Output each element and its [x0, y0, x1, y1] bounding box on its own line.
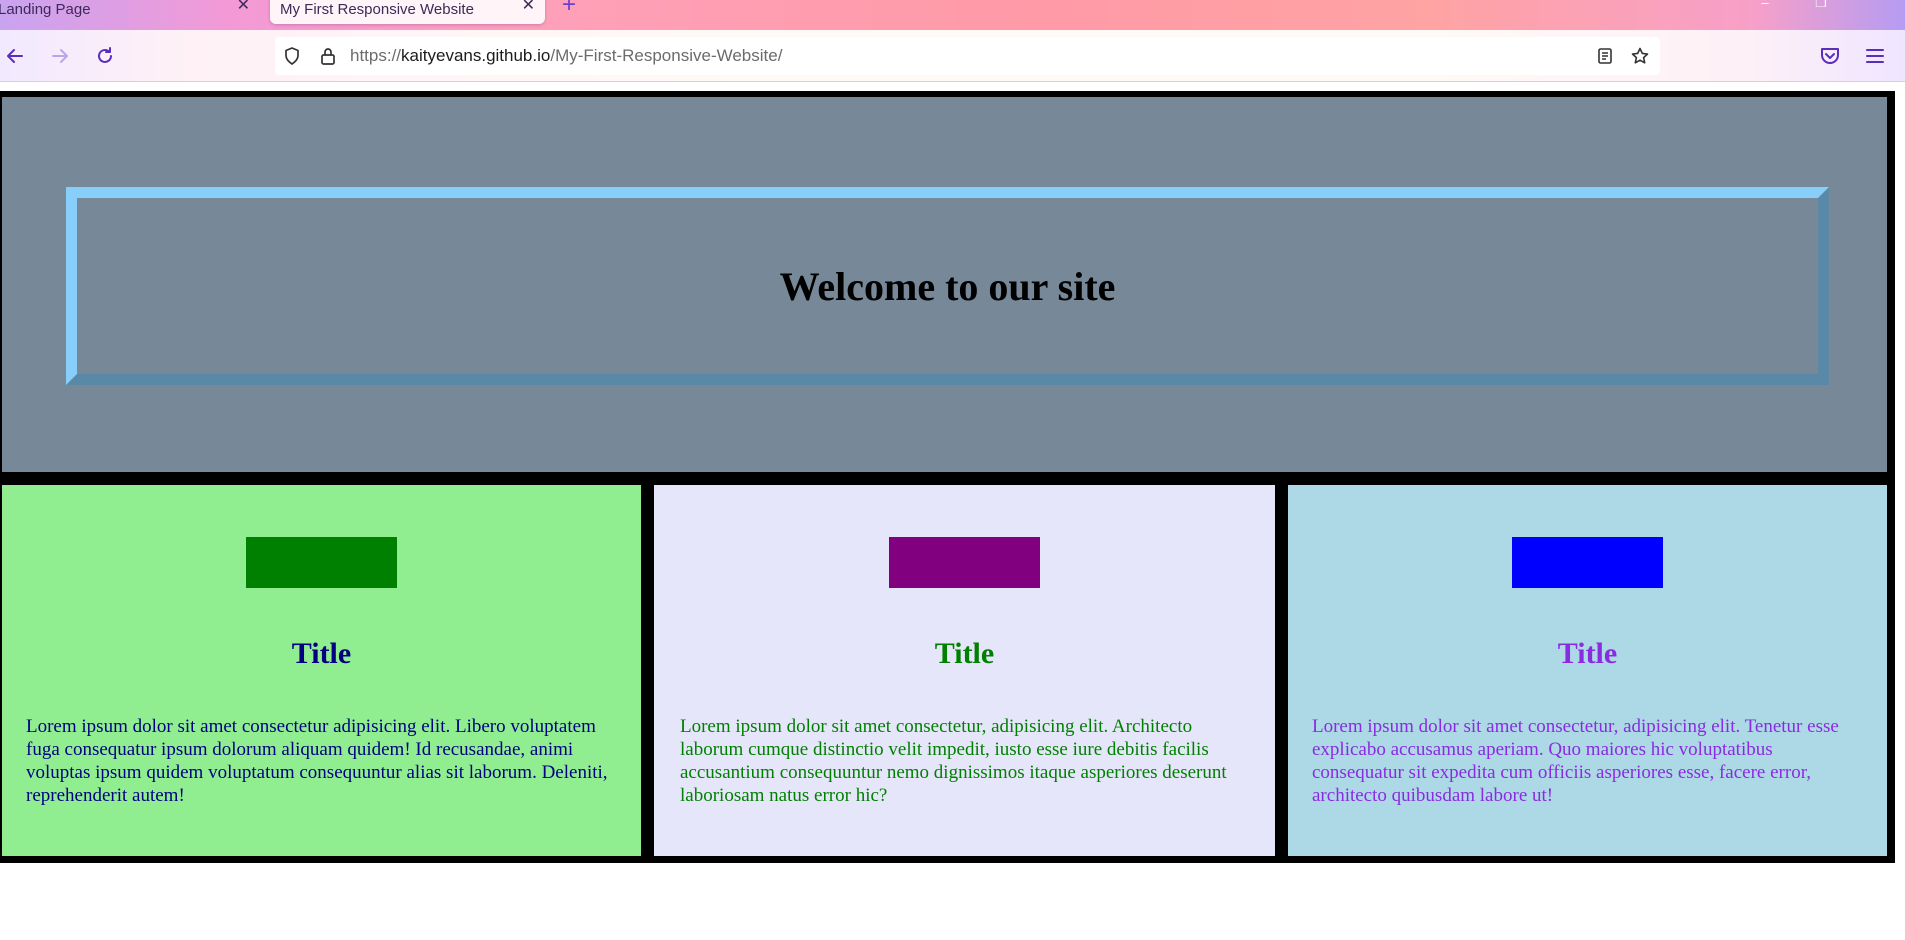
minimize-icon[interactable]: – [1737, 0, 1793, 14]
page-container: Welcome to our site Title Lorem ipsum do… [0, 91, 1895, 863]
card-color-swatch [889, 537, 1040, 588]
url-scheme: https:// [350, 46, 402, 65]
forward-arrow-icon [52, 49, 68, 63]
card-lavender: Title Lorem ipsum dolor sit amet consect… [654, 485, 1275, 856]
tab-my-first-responsive-website[interactable]: My First Responsive Website ✕ [270, 0, 545, 24]
back-button[interactable] [1, 42, 29, 70]
reload-button[interactable] [91, 42, 119, 70]
menu-icon[interactable] [1863, 44, 1887, 68]
back-arrow-icon [7, 49, 23, 63]
pocket-icon[interactable] [1818, 44, 1842, 68]
navigation-toolbar: https://kaityevans.github.io/My-First-Re… [0, 30, 1905, 82]
bookmark-star-icon[interactable] [1630, 46, 1650, 66]
close-window-icon[interactable] [1849, 0, 1905, 14]
url-path: /My-First-Responsive-Website/ [550, 46, 783, 65]
card-title: Title [1557, 637, 1618, 670]
shield-icon[interactable] [282, 46, 302, 66]
hero-title: Welcome to our site [779, 263, 1116, 309]
card-green: Title Lorem ipsum dolor sit amet consect… [2, 485, 641, 856]
lock-icon[interactable] [318, 46, 338, 66]
tab-title: Landing Page [0, 0, 91, 18]
card-light-blue: Title Lorem ipsum dolor sit amet consect… [1288, 485, 1887, 856]
url-text[interactable]: https://kaityevans.github.io/My-First-Re… [350, 46, 782, 66]
window-controls: – ❐ [1737, 0, 1905, 14]
hero-section: Welcome to our site [2, 97, 1887, 472]
hero-framed-box: Welcome to our site [66, 187, 1829, 385]
card-color-swatch [1512, 537, 1663, 588]
new-tab-plus-icon[interactable]: + [562, 0, 576, 17]
url-host: kaityevans.github.io [401, 46, 551, 65]
reader-view-icon[interactable] [1595, 46, 1615, 66]
card-text: Lorem ipsum dolor sit amet consectetur, … [1312, 716, 1839, 806]
reload-icon [98, 47, 112, 63]
card-title: Title [934, 637, 995, 670]
card-text: Lorem ipsum dolor sit amet consectetur, … [680, 716, 1227, 806]
tab-strip: Landing Page ✕ My First Responsive Websi… [0, 0, 1905, 30]
card-text: Lorem ipsum dolor sit amet consectetur a… [26, 716, 608, 806]
close-icon[interactable]: ✕ [237, 0, 250, 15]
forward-button[interactable] [46, 42, 74, 70]
card-color-swatch [246, 537, 397, 588]
card-title: Title [291, 637, 352, 670]
tab-landing-page[interactable]: Landing Page ✕ [0, 0, 260, 24]
close-icon[interactable]: ✕ [522, 0, 535, 15]
address-bar[interactable]: https://kaityevans.github.io/My-First-Re… [275, 37, 1660, 75]
tab-title: My First Responsive Website [280, 0, 474, 18]
restore-icon[interactable]: ❐ [1793, 0, 1849, 14]
